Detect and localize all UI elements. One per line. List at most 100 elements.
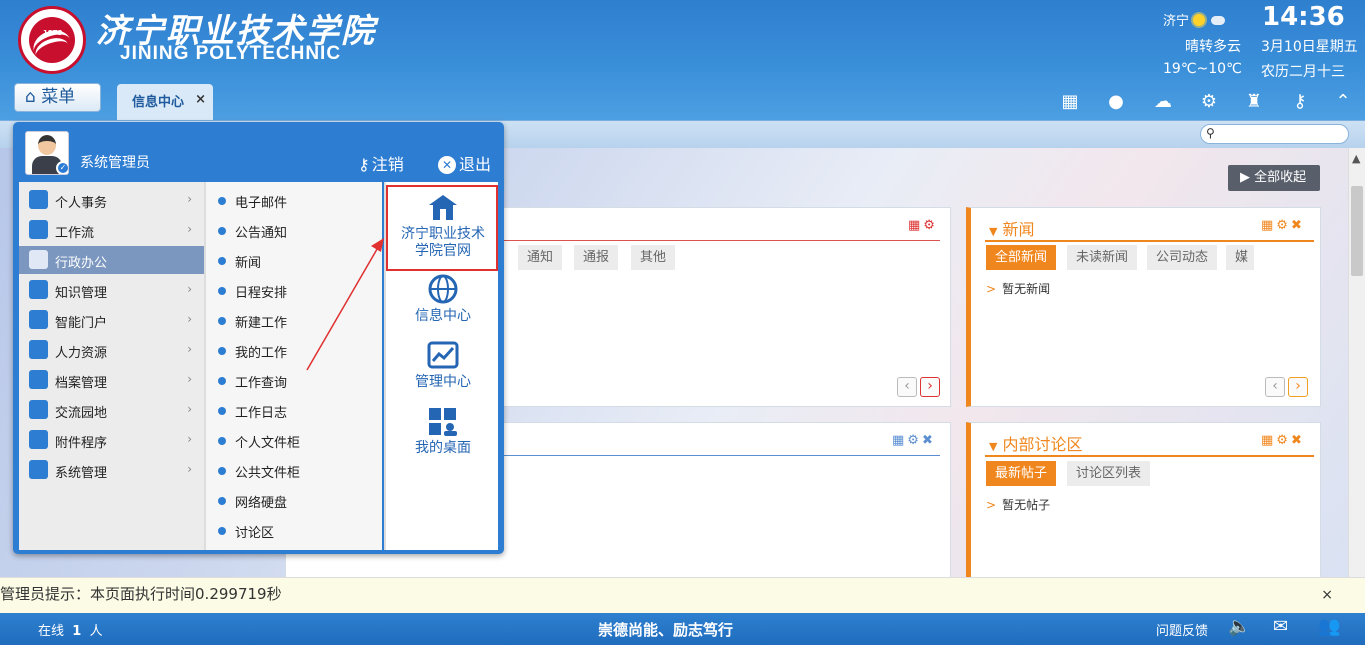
username: 系统管理员	[80, 155, 150, 171]
collapse-triangle-icon[interactable]: ▼	[989, 440, 997, 453]
panel-tools[interactable]: ▦⚙	[908, 218, 938, 233]
panel-tools[interactable]: ▦⚙✖	[892, 433, 936, 448]
add-portlet-icon[interactable]: ▦	[1059, 91, 1081, 113]
close-icon[interactable]: ✖	[1291, 433, 1305, 448]
online-users[interactable]: 在线 1 人	[38, 620, 103, 639]
submenu-item[interactable]: 工作日志	[206, 396, 384, 424]
workflow-icon	[29, 220, 48, 239]
chip-notice[interactable]: 通知	[518, 245, 563, 270]
start-menu-header: ✓ 系统管理员 ⚷ 注销 ✕ 退出	[13, 122, 504, 180]
prev-page-button[interactable]: ‹	[897, 377, 917, 397]
close-icon[interactable]: ✖	[1291, 218, 1305, 233]
users-icon[interactable]: 👥	[1318, 616, 1340, 637]
logout-button[interactable]: ⚷ 注销	[358, 151, 404, 175]
chevron-right-icon: ›	[187, 192, 192, 206]
attachment-icon	[29, 430, 48, 449]
chip-company-news[interactable]: 公司动态	[1147, 245, 1218, 270]
verified-icon: ✓	[56, 161, 68, 174]
key-icon[interactable]: ⚷	[1289, 91, 1311, 113]
chip-bulletin[interactable]: 通报	[574, 245, 619, 270]
collapse-all-button[interactable]: ▶ 全部收起	[1228, 165, 1320, 191]
search-input[interactable]: ⚲	[1200, 124, 1349, 144]
prev-page-button[interactable]: ‹	[1265, 377, 1285, 397]
next-page-button[interactable]: ›	[920, 377, 940, 397]
tab-info-center[interactable]: 信息中心 ×	[117, 84, 213, 120]
shirt-icon[interactable]: ♜	[1243, 91, 1265, 113]
speaker-icon[interactable]: 🔈	[1228, 616, 1250, 637]
gear-icon[interactable]: ⚙	[907, 433, 922, 448]
discussion-panel: ▼ 内部讨论区 ▦⚙✖ 最新帖子 讨论区列表 > 暂无帖子	[966, 422, 1321, 578]
chip-other[interactable]: 其他	[631, 245, 676, 270]
avatar[interactable]: ✓	[25, 131, 69, 175]
key-icon: ⚷	[358, 155, 370, 174]
header-banner: 1979 济宁职业技术学院 JINING POLYTECHNIC 济宁 晴转多云…	[0, 0, 1365, 120]
category-chat[interactable]: 交流园地 ›	[19, 396, 204, 424]
chip-unread-news[interactable]: 未读新闻	[1067, 245, 1138, 270]
gear-icon[interactable]: ⚙	[1276, 433, 1291, 448]
shortcut-management-center[interactable]: 管理中心	[386, 340, 500, 391]
shortcut-my-desktop[interactable]: 我的桌面	[386, 406, 500, 457]
submenu-item[interactable]: 电子邮件	[206, 186, 384, 214]
chat-icon	[29, 400, 48, 419]
category-personal[interactable]: 个人事务 ›	[19, 186, 204, 214]
weather-city: 济宁	[1163, 10, 1226, 29]
tip-close-icon[interactable]: ×	[1321, 587, 1333, 603]
submenu-item[interactable]: 网络硬盘	[206, 486, 384, 514]
clock-time: 14:36	[1262, 2, 1345, 32]
gear-icon[interactable]: ⚙	[1198, 91, 1220, 113]
temperature: 19℃~10℃	[1163, 61, 1242, 77]
category-hr[interactable]: 人力资源 ›	[19, 336, 204, 364]
scroll-thumb[interactable]	[1351, 186, 1363, 276]
grid-icon[interactable]: ▦	[1261, 218, 1276, 233]
panel-tools[interactable]: ▦⚙✖	[1261, 433, 1305, 448]
exit-button[interactable]: ✕ 退出	[438, 151, 491, 175]
category-archive[interactable]: 档案管理 ›	[19, 366, 204, 394]
grid-icon[interactable]: ▦	[892, 433, 907, 448]
globe-icon	[427, 274, 459, 304]
mail-icon[interactable]: ✉	[1273, 616, 1288, 637]
chip-latest-posts[interactable]: 最新帖子	[986, 461, 1057, 486]
category-portal[interactable]: 智能门户 ›	[19, 306, 204, 334]
submenu-item[interactable]: 个人文件柜	[206, 426, 384, 454]
scrollbar[interactable]: ▲	[1348, 148, 1365, 578]
admin-tip-bar: 管理员提示：本页面执行时间0.299719秒 ×	[0, 577, 1365, 613]
gear-icon[interactable]: ⚙	[923, 218, 938, 233]
shortcut-info-center[interactable]: 信息中心	[386, 274, 500, 325]
news-panel: ▼ 新闻 ▦⚙✖ 全部新闻 未读新闻 公司动态 媒 > 暂无新闻 ‹ ›	[966, 207, 1321, 407]
chip-all-news[interactable]: 全部新闻	[986, 245, 1057, 270]
grid-icon[interactable]: ▦	[908, 218, 923, 233]
menu-button[interactable]: ⌂ 菜单	[14, 83, 101, 112]
category-admin-office[interactable]: 行政办公	[19, 246, 204, 274]
tab-close-icon[interactable]: ×	[195, 92, 206, 107]
grid-icon[interactable]: ▦	[1261, 433, 1276, 448]
panel-tools[interactable]: ▦⚙✖	[1261, 218, 1305, 233]
news-empty: > 暂无新闻	[986, 282, 1051, 296]
collapse-up-icon[interactable]: ⌃	[1332, 91, 1354, 113]
feedback-link[interactable]: 问题反馈	[1156, 620, 1208, 639]
archive-icon	[29, 370, 48, 389]
admin-tip-text: 管理员提示：本页面执行时间0.299719秒	[0, 585, 282, 603]
category-knowledge[interactable]: 知识管理 ›	[19, 276, 204, 304]
panel-divider	[985, 455, 1314, 457]
chart-icon	[427, 340, 459, 370]
next-page-button[interactable]: ›	[1288, 377, 1308, 397]
chip-media[interactable]: 媒	[1226, 245, 1255, 270]
category-workflow[interactable]: 工作流 ›	[19, 216, 204, 244]
school-motto: 崇德尚能、励志笃行	[598, 621, 734, 639]
category-system[interactable]: 系统管理 ›	[19, 456, 204, 484]
submenu-item[interactable]: 讨论区	[206, 516, 384, 544]
submenu-item[interactable]: 公共文件柜	[206, 456, 384, 484]
close-icon[interactable]: ✖	[922, 433, 936, 448]
group-icon	[29, 250, 48, 269]
cloud-upload-icon[interactable]: ☁	[1152, 91, 1174, 113]
play-icon: ▶	[1240, 170, 1250, 185]
chip-forum-list[interactable]: 讨论区列表	[1067, 461, 1151, 486]
collapse-triangle-icon[interactable]: ▼	[989, 225, 997, 238]
start-menu: ✓ 系统管理员 ⚷ 注销 ✕ 退出 个人事务 › 工作流 › 行政办公 知识管理 › 智能…	[13, 122, 504, 554]
user-status-icon[interactable]: ●	[1105, 91, 1127, 113]
scroll-up-icon[interactable]: ▲	[1352, 152, 1360, 165]
gear-icon[interactable]: ⚙	[1276, 218, 1291, 233]
category-attachments[interactable]: 附件程序 ›	[19, 426, 204, 454]
school-name-en: JINING POLYTECHNIC	[120, 43, 342, 64]
search-icon: ⚲	[1206, 126, 1215, 140]
